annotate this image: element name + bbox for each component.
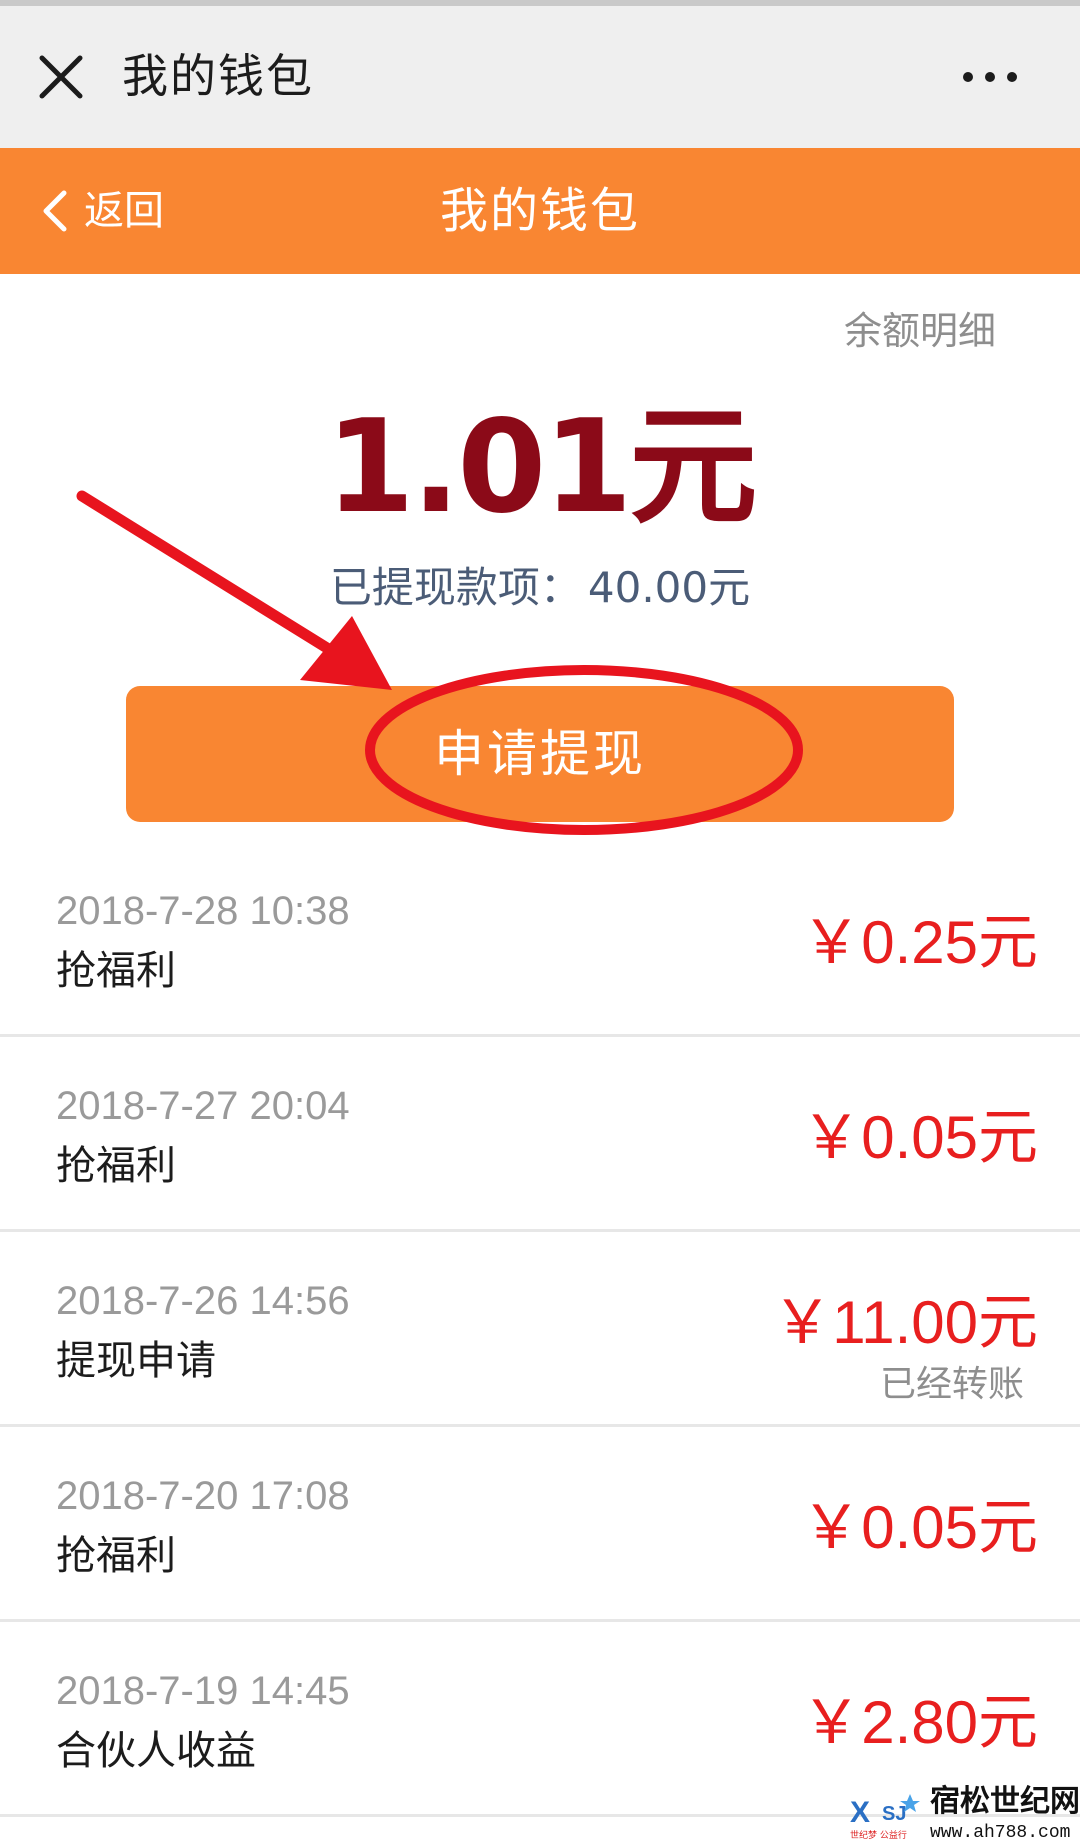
transaction-amount: ￥11.00元	[772, 1289, 1038, 1356]
watermark-site-name: 宿松世纪网	[930, 1784, 1080, 1819]
transaction-description: 合伙人收益	[56, 1728, 256, 1774]
transaction-description: 抢福利	[56, 1143, 176, 1189]
back-label: 返回	[84, 188, 164, 234]
page-header: 我的钱包 返回	[0, 148, 1080, 274]
withdrawn-value: 40.00元	[587, 563, 751, 612]
annotation-arrow-head-icon	[300, 616, 392, 690]
transaction-time: 2018-7-20 17:08	[56, 1474, 350, 1518]
logo-text: 世纪梦 公益行	[850, 1829, 907, 1841]
transaction-time: 2018-7-27 20:04	[56, 1084, 350, 1128]
wechat-page-title: 我的钱包	[122, 49, 314, 103]
transaction-amount: ￥0.25元	[801, 909, 1038, 976]
close-icon[interactable]	[34, 50, 88, 104]
wechat-browser-bar: 我的钱包	[0, 6, 1080, 148]
chevron-left-icon	[43, 190, 67, 232]
transaction-row[interactable]: 2018-7-27 20:04 抢福利 ￥0.05元	[0, 1037, 1080, 1232]
withdrawn-summary: 已提现款项： 40.00元	[0, 560, 1080, 616]
transaction-description: 提现申请	[56, 1338, 216, 1384]
site-logo-icon: X SJ 世纪梦 公益行	[850, 1794, 920, 1841]
watermark-url: www.ah788.com	[930, 1823, 1071, 1843]
svg-text:X: X	[850, 1796, 870, 1829]
transaction-list: 2018-7-28 10:38 抢福利 ￥0.25元 2018-7-27 20:…	[0, 842, 1080, 1817]
transaction-row[interactable]: 2018-7-28 10:38 抢福利 ￥0.25元	[0, 842, 1080, 1037]
transaction-amount: ￥2.80元	[801, 1689, 1038, 1756]
balance-detail-link[interactable]: 余额明细	[844, 306, 996, 356]
transaction-status-note: 已经转账	[879, 1364, 1024, 1405]
transaction-time: 2018-7-28 10:38	[56, 889, 350, 933]
transaction-row[interactable]: 2018-7-26 14:56 提现申请 ￥11.00元 已经转账	[0, 1232, 1080, 1427]
transaction-description: 抢福利	[56, 948, 176, 994]
more-icon[interactable]	[960, 62, 1020, 92]
transaction-amount: ￥0.05元	[801, 1104, 1038, 1171]
apply-withdraw-button[interactable]: 申请提现	[126, 686, 954, 822]
transaction-time: 2018-7-26 14:56	[56, 1279, 350, 1323]
back-button[interactable]: 返回	[40, 178, 164, 244]
site-watermark: X SJ 世纪梦 公益行 宿松世纪网 www.ah788.com	[848, 1782, 1080, 1848]
withdrawn-label: 已提现款项：	[329, 563, 582, 612]
transaction-amount: ￥0.05元	[801, 1494, 1038, 1561]
balance-amount: 1.01元	[325, 393, 758, 542]
transaction-row[interactable]: 2018-7-20 17:08 抢福利 ￥0.05元	[0, 1427, 1080, 1622]
transaction-description: 抢福利	[56, 1533, 176, 1579]
svg-text:SJ: SJ	[882, 1803, 906, 1825]
transaction-time: 2018-7-19 14:45	[56, 1669, 350, 1713]
